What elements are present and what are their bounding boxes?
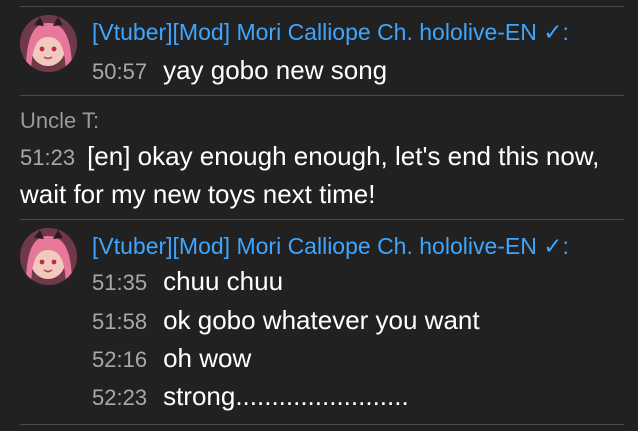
chat-message: 51:58 ok gobo whatever you want bbox=[92, 305, 480, 337]
timestamp: 51:23 bbox=[20, 145, 76, 170]
avatar bbox=[20, 228, 77, 285]
avatar-image-icon bbox=[20, 228, 77, 285]
message-text: yay gobo new song bbox=[163, 55, 388, 85]
message-text: [en] okay enough enough, let's end this … bbox=[20, 141, 600, 209]
divider bbox=[20, 95, 624, 96]
divider bbox=[20, 219, 624, 220]
message-text: strong........................ bbox=[163, 381, 409, 411]
avatar-image-icon bbox=[20, 15, 77, 72]
divider bbox=[20, 424, 624, 425]
author-name[interactable]: [Vtuber][Mod] Mori Calliope Ch. hololive… bbox=[92, 18, 569, 46]
chat-log: [Vtuber][Mod] Mori Calliope Ch. hololive… bbox=[0, 0, 638, 431]
chat-message: 50:57 yay gobo new song bbox=[92, 55, 387, 87]
message-text: oh wow bbox=[163, 343, 252, 373]
chat-message: 51:23 [en] okay enough enough, let's end … bbox=[20, 138, 620, 212]
timestamp: 52:16 bbox=[92, 347, 148, 372]
chat-message: 52:16 oh wow bbox=[92, 343, 251, 375]
avatar bbox=[20, 15, 77, 72]
chat-message: 51:35 chuu chuu bbox=[92, 266, 283, 298]
timestamp: 51:35 bbox=[92, 270, 148, 295]
timestamp: 52:23 bbox=[92, 385, 148, 410]
chat-message: 52:23 strong........................ bbox=[92, 381, 409, 413]
divider bbox=[20, 6, 624, 7]
author-name[interactable]: Uncle T: bbox=[20, 107, 99, 135]
author-name[interactable]: [Vtuber][Mod] Mori Calliope Ch. hololive… bbox=[92, 232, 569, 260]
message-text: chuu chuu bbox=[163, 266, 284, 296]
message-text: ok gobo whatever you want bbox=[163, 305, 480, 335]
timestamp: 51:58 bbox=[92, 309, 148, 334]
timestamp: 50:57 bbox=[92, 59, 148, 84]
